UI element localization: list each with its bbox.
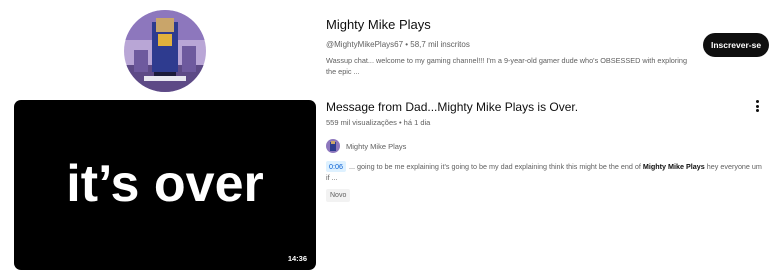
- video-channel-name[interactable]: Mighty Mike Plays: [346, 142, 406, 151]
- snippet-timestamp[interactable]: 0:06: [326, 161, 346, 172]
- subscribe-button[interactable]: Inscrever-se: [703, 33, 769, 57]
- video-info: Message from Dad...Mighty Mike Plays is …: [326, 100, 762, 202]
- channel-avatar-icon: [124, 10, 206, 92]
- transcript-snippet[interactable]: 0:06... going to be me explaining it's g…: [326, 161, 766, 183]
- channel-avatar-small-icon: [326, 139, 340, 153]
- video-meta: 559 mil visualizações • há 1 dia: [326, 118, 431, 127]
- video-channel-row[interactable]: Mighty Mike Plays: [326, 139, 746, 153]
- snippet-highlight: Mighty Mike Plays: [642, 162, 705, 171]
- channel-info: Mighty Mike Plays @MightyMikePlays67 • 5…: [326, 17, 696, 77]
- channel-description: Wassup chat... welcome to my gaming chan…: [326, 56, 688, 76]
- snippet-text-before: ... going to be me explaining it's going…: [349, 162, 643, 171]
- thumbnail-text: it’s over: [66, 155, 264, 213]
- new-badge: Novo: [326, 189, 351, 202]
- channel-handle-subscribers: @MightyMikePlays67 • 58,7 mil inscritos: [326, 40, 470, 49]
- channel-avatar[interactable]: [124, 10, 206, 92]
- more-vert-icon[interactable]: [752, 98, 762, 114]
- video-thumbnail[interactable]: it’s over 14:36: [14, 100, 316, 270]
- video-title[interactable]: Message from Dad...Mighty Mike Plays is …: [326, 100, 746, 115]
- duration-badge: 14:36: [283, 252, 311, 265]
- video-channel-avatar[interactable]: [326, 139, 340, 153]
- channel-name[interactable]: Mighty Mike Plays: [326, 17, 696, 33]
